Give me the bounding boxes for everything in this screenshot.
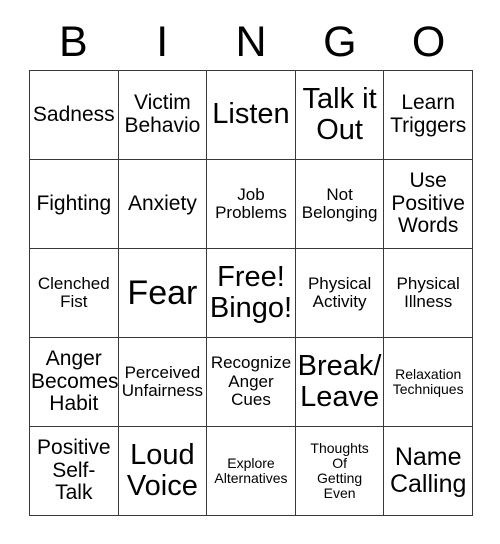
bingo-cell[interactable]: Learn Triggers [384,71,473,160]
bingo-cell[interactable]: Anxiety [118,160,208,249]
header-letter-g: G [323,17,357,66]
bingo-cell-label: Relaxation Techniques [392,365,464,397]
bingo-cell-label: Explore Alternatives [214,454,288,486]
bingo-cell-label: Not Belonging [301,184,378,222]
bingo-cell[interactable]: Victim Behavio [118,71,208,160]
bingo-cell[interactable]: Fear [118,249,208,338]
bingo-cell-label: Sadness [32,102,115,126]
bingo-cell-label: Loud Voice [126,438,198,502]
bingo-cell[interactable]: Listen [207,71,296,160]
header-letter-i: I [156,17,169,66]
bingo-cell-label: Talk it Out [302,82,377,146]
bingo-free-space[interactable]: Free! Bingo! [207,249,296,338]
bingo-cell-label: Recognize Anger Cues [210,353,292,410]
bingo-cell-label: Perceived Unfairness [121,362,204,400]
bingo-cell-label: Positive Self- Talk [37,435,111,505]
header-letter-n: N [235,17,267,66]
bingo-cell[interactable]: Talk it Out [295,71,385,160]
bingo-cell[interactable]: Break/ Leave [295,338,385,427]
header-letter-b: B [59,17,88,66]
bingo-cell-label: Listen [212,98,290,131]
bingo-cell[interactable]: Perceived Unfairness [118,338,208,427]
bingo-cell-label: Learn Triggers [390,91,467,137]
bingo-header: B I N G O [29,14,473,70]
bingo-cell-label: Free! Bingo! [209,260,293,324]
bingo-cell[interactable]: Explore Alternatives [207,427,296,516]
bingo-cell-label: Use Positive Words [391,168,465,238]
bingo-cell-label: Anger Becomes Habit [31,346,119,416]
bingo-cell[interactable]: Use Positive Words [384,160,473,249]
bingo-grid: Sadness Victim Behavio Listen Talk it Out Le… [29,70,473,516]
bingo-cell[interactable]: Physical Activity [295,249,385,338]
bingo-cell-label: Job Problems [215,184,287,222]
bingo-cell[interactable]: Not Belonging [295,160,385,249]
bingo-cell-label: Thoughts Of Getting Even [310,439,369,502]
bingo-cell[interactable]: Positive Self- Talk [30,427,119,516]
bingo-cell-label: Physical Illness [396,273,460,311]
bingo-cell[interactable]: Physical Illness [384,249,473,338]
bingo-card: B I N G O Sadness Victim Behavio Listen Tal… [0,0,500,544]
bingo-cell[interactable]: Relaxation Techniques [384,338,473,427]
bingo-cell[interactable]: Job Problems [207,160,296,249]
bingo-cell[interactable]: Recognize Anger Cues [207,338,296,427]
bingo-cell-label: Break/ Leave [297,349,382,413]
bingo-cell-label: Physical Activity [307,273,372,311]
header-letter-o: O [411,17,446,66]
bingo-cell-label: Fear [127,273,198,312]
bingo-cell[interactable]: Loud Voice [118,427,208,516]
bingo-cell-label: Fighting [36,191,112,215]
bingo-cell[interactable]: Thoughts Of Getting Even [295,427,385,516]
bingo-cell-label: Clenched Fist [37,273,110,311]
bingo-cell[interactable]: Sadness [30,71,119,160]
bingo-cell[interactable]: Fighting [30,160,119,249]
bingo-cell[interactable]: Name Calling [384,427,473,516]
bingo-cell[interactable]: Clenched Fist [30,249,119,338]
bingo-cell[interactable]: Anger Becomes Habit [30,338,119,427]
bingo-cell-label: Anxiety [127,191,197,215]
bingo-cell-label: Name Calling [389,443,467,498]
bingo-cell-label: Victim Behavio [124,91,201,137]
